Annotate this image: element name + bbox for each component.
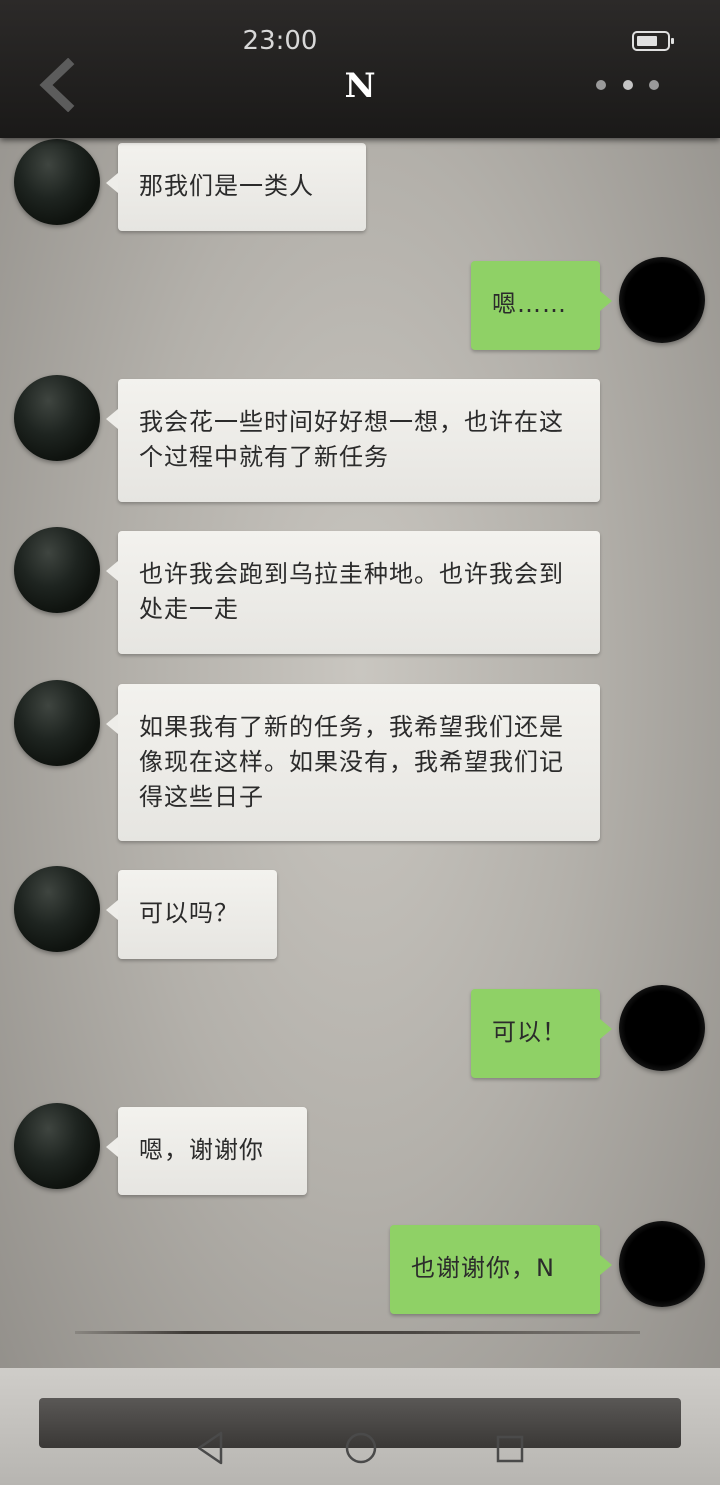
message-text: 可以吗？ bbox=[139, 899, 239, 927]
message-text: 那我们是一类人 bbox=[139, 172, 314, 200]
more-dots-icon bbox=[596, 80, 606, 90]
message-text: 也谢谢你，N bbox=[411, 1254, 555, 1282]
battery-icon bbox=[632, 31, 674, 51]
message-bubble-incoming[interactable]: 我会花一些时间好好想一想，也许在这个过程中就有了新任务 bbox=[106, 379, 600, 502]
contact-avatar[interactable] bbox=[14, 866, 100, 952]
contact-avatar[interactable] bbox=[14, 139, 100, 225]
message-bubble-incoming[interactable]: 那我们是一类人 bbox=[106, 143, 366, 231]
divider bbox=[75, 1331, 640, 1334]
nav-home-icon[interactable] bbox=[343, 1430, 379, 1466]
header-bar: 23:00 N bbox=[0, 0, 720, 138]
contact-avatar[interactable] bbox=[14, 1103, 100, 1189]
message-bubble-incoming[interactable]: 也许我会跑到乌拉圭种地。也许我会到处走一走 bbox=[106, 531, 600, 654]
message-text: 嗯…… bbox=[492, 290, 567, 318]
message-bubble-incoming[interactable]: 嗯，谢谢你 bbox=[106, 1107, 307, 1195]
message-bubble-outgoing[interactable]: 嗯…… bbox=[471, 261, 612, 350]
contact-avatar[interactable] bbox=[14, 527, 100, 613]
message-bubble-outgoing[interactable]: 也谢谢你，N bbox=[390, 1225, 612, 1314]
message-bubble-incoming[interactable]: 可以吗？ bbox=[106, 870, 277, 959]
message-text: 我会花一些时间好好想一想，也许在这个过程中就有了新任务 bbox=[139, 408, 564, 471]
message-text: 也许我会跑到乌拉圭种地。也许我会到处走一走 bbox=[139, 560, 564, 623]
contact-avatar[interactable] bbox=[14, 680, 100, 766]
message-text: 可以！ bbox=[492, 1018, 567, 1046]
message-bubble-incoming[interactable]: 如果我有了新的任务，我希望我们还是像现在这样。如果没有，我希望我们记得这些日子 bbox=[106, 684, 600, 841]
user-avatar[interactable] bbox=[619, 985, 705, 1071]
more-button[interactable] bbox=[594, 80, 664, 92]
user-avatar[interactable] bbox=[619, 257, 705, 343]
message-bubble-outgoing[interactable]: 可以！ bbox=[471, 989, 612, 1078]
more-dots-icon bbox=[649, 80, 659, 90]
contact-avatar[interactable] bbox=[14, 375, 100, 461]
user-avatar[interactable] bbox=[619, 1221, 705, 1307]
message-text: 如果我有了新的任务，我希望我们还是像现在这样。如果没有，我希望我们记得这些日子 bbox=[139, 713, 564, 811]
nav-recent-icon[interactable] bbox=[494, 1433, 526, 1465]
nav-back-icon[interactable] bbox=[196, 1430, 226, 1466]
message-text: 嗯，谢谢你 bbox=[139, 1136, 264, 1164]
more-dots-icon bbox=[623, 80, 633, 90]
status-time: 23:00 bbox=[242, 26, 318, 56]
